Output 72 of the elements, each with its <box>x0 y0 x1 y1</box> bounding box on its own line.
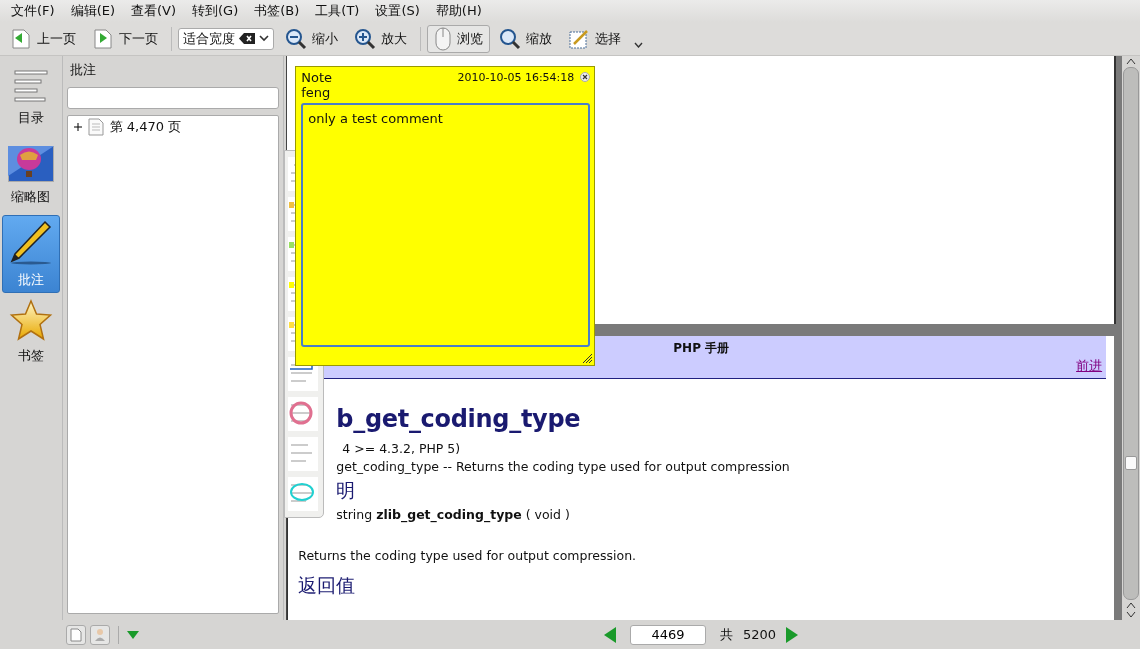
previous-page-icon <box>10 27 32 50</box>
zoom-combo[interactable]: 适合宽度 <box>178 27 274 50</box>
note-title: Note <box>301 69 334 85</box>
mouse-icon <box>434 26 452 51</box>
chevron-down-icon[interactable] <box>259 35 269 42</box>
zoom-combo-text: 适合宽度 <box>183 29 235 48</box>
menu-item[interactable]: 设置(S) <box>367 2 428 20</box>
toolbar-button[interactable]: 选择 <box>561 24 628 53</box>
next-page-icon <box>92 27 114 50</box>
section-heading: 返回值 <box>298 573 356 598</box>
function-summary: get_coding_type -- Returns the coding type used for output compression <box>336 459 790 474</box>
table-of-contents-icon <box>13 69 48 103</box>
header-title: PHP 手册 <box>673 340 730 357</box>
next-arrow-icon[interactable] <box>786 626 799 643</box>
page-thumbnail[interactable] <box>288 437 319 471</box>
author-filter-button[interactable] <box>90 624 110 645</box>
menu-item[interactable]: 文件(F) <box>3 2 63 20</box>
menu-item[interactable]: 转到(G) <box>184 2 247 20</box>
magnifier-icon <box>499 27 521 50</box>
version-text: 4 >= 4.3.2, PHP 5) <box>342 441 461 456</box>
tree-item[interactable]: 第 4,470 页 <box>73 118 279 136</box>
menu-item[interactable]: 书签(B) <box>246 2 308 20</box>
sidebar-tab[interactable]: 批注 <box>1 215 60 293</box>
note-text-field[interactable]: only a test comment <box>301 103 591 347</box>
document-icon <box>70 627 82 642</box>
resize-grip-icon[interactable] <box>582 353 593 363</box>
chevron-up-icon[interactable] <box>1126 58 1137 65</box>
selection-icon <box>568 27 590 50</box>
page-icon <box>87 118 104 136</box>
panel-title: 批注 <box>68 61 97 79</box>
toolbar-button[interactable]: 缩放 <box>492 24 559 53</box>
close-icon[interactable] <box>580 72 591 82</box>
view-toggle-button[interactable] <box>66 624 86 645</box>
note-author: feng <box>301 85 332 101</box>
toolbar-button[interactable]: 上一页 <box>3 24 83 53</box>
previous-arrow-icon[interactable] <box>604 626 616 643</box>
sidebar-tab[interactable]: 缩略图 <box>1 137 60 215</box>
person-icon <box>94 627 106 642</box>
function-title: b_get_coding_type <box>336 405 581 433</box>
triangle-down-icon[interactable] <box>127 630 139 639</box>
description-text: Returns the coding type used for output compression. <box>298 548 637 563</box>
star-icon <box>8 299 53 341</box>
page-number-field[interactable]: 4469 <box>630 624 706 645</box>
next-link[interactable]: 前进 <box>1076 357 1103 375</box>
chevron-up-icon[interactable] <box>1126 602 1137 609</box>
menu-item[interactable]: 工具(T) <box>307 2 368 20</box>
vertical-scrollbar[interactable] <box>1122 56 1140 620</box>
sidebar-tab[interactable]: 目录 <box>1 59 60 137</box>
of-label: 共 <box>720 625 733 644</box>
section-heading: 明 <box>336 478 356 503</box>
zoom-in-icon <box>354 27 376 50</box>
menu-item[interactable]: 查看(V) <box>123 2 185 20</box>
page-total: 5200 <box>743 627 777 642</box>
expander-icon[interactable] <box>73 123 82 131</box>
function-signature: string zlib_get_coding_type ( void ) <box>336 507 570 522</box>
toolbar-button[interactable]: 缩小 <box>278 24 345 53</box>
clear-icon[interactable] <box>239 33 255 44</box>
pencil-icon <box>8 219 53 265</box>
page-thumbnail[interactable] <box>288 397 319 431</box>
toolbar-button[interactable]: 放大 <box>347 24 414 53</box>
menu-item[interactable]: 帮助(H) <box>427 2 490 20</box>
search-field[interactable] <box>66 87 280 109</box>
menu-item[interactable]: 编辑(E) <box>62 2 123 20</box>
note-timestamp: 2010-10-05 16:54:18 <box>457 70 575 84</box>
toolbar-button[interactable]: 浏览 <box>427 24 490 53</box>
chevron-down-icon[interactable] <box>634 41 643 48</box>
sidebar-tab[interactable]: 书签 <box>1 293 60 371</box>
chevron-down-icon[interactable] <box>1126 611 1137 618</box>
scrollbar-handle[interactable] <box>1125 456 1138 470</box>
zoom-out-icon <box>285 27 307 50</box>
toolbar-button[interactable]: 下一页 <box>85 24 165 53</box>
page-thumbnail[interactable] <box>288 477 319 511</box>
